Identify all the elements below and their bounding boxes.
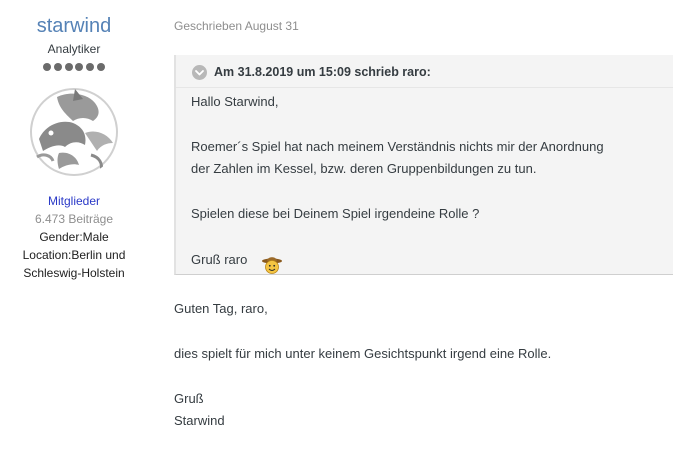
rank-pip [64, 63, 73, 71]
author-name-link[interactable]: starwind [0, 14, 148, 38]
chevron-down-icon[interactable] [192, 65, 207, 80]
quote-citation[interactable]: Am 31.8.2019 um 15:09 schrieb raro: [214, 65, 431, 79]
quote-text-line: Gruß raro [191, 252, 248, 267]
gender-field: Gender:Male [39, 230, 109, 244]
location-field: Location:Berlin und Schleswig-Holstein [0, 246, 148, 282]
rank-pip [53, 63, 62, 71]
quote-text-line: Roemer´s Spiel hat nach meinem Verständn… [191, 139, 604, 154]
rank-pip [96, 63, 105, 71]
quote-text-line: Spielen diese bei Deinem Spiel irgendein… [191, 206, 480, 221]
location-line: Location:Berlin und [22, 248, 126, 262]
reply-text-line: Guten Tag, raro, [174, 301, 268, 316]
author-title: Analytiker [47, 42, 101, 56]
location-line: Schleswig-Holstein [23, 266, 125, 280]
rank-pips [43, 63, 105, 73]
cowboy-smiley-icon [261, 253, 283, 275]
quote-text-line: Hallo Starwind, [191, 94, 279, 109]
reply-text-line: Starwind [174, 413, 225, 428]
quote-header: Am 31.8.2019 um 15:09 schrieb raro: [176, 55, 673, 88]
reply-text-line: dies spielt für mich unter keinem Gesich… [174, 346, 552, 361]
post-count: 6.473 Beiträge [34, 212, 114, 226]
avatar[interactable] [29, 87, 119, 177]
quote-text-line: der Zahlen im Kessel, bzw. deren Gruppen… [191, 161, 537, 176]
forum-post: starwind Analytiker Mitglieder 6.473 Bei… [0, 0, 673, 449]
rank-pip [43, 63, 51, 71]
dolphin-avatar-icon [29, 87, 119, 177]
rank-pip [86, 63, 95, 71]
member-group: Mitglieder [47, 194, 101, 208]
post-date[interactable]: Geschrieben August 31 [174, 19, 299, 33]
reply-text-line: Gruß [174, 391, 204, 406]
quote-block: Am 31.8.2019 um 15:09 schrieb raro: Hall… [174, 55, 673, 275]
rank-pip [75, 63, 84, 71]
